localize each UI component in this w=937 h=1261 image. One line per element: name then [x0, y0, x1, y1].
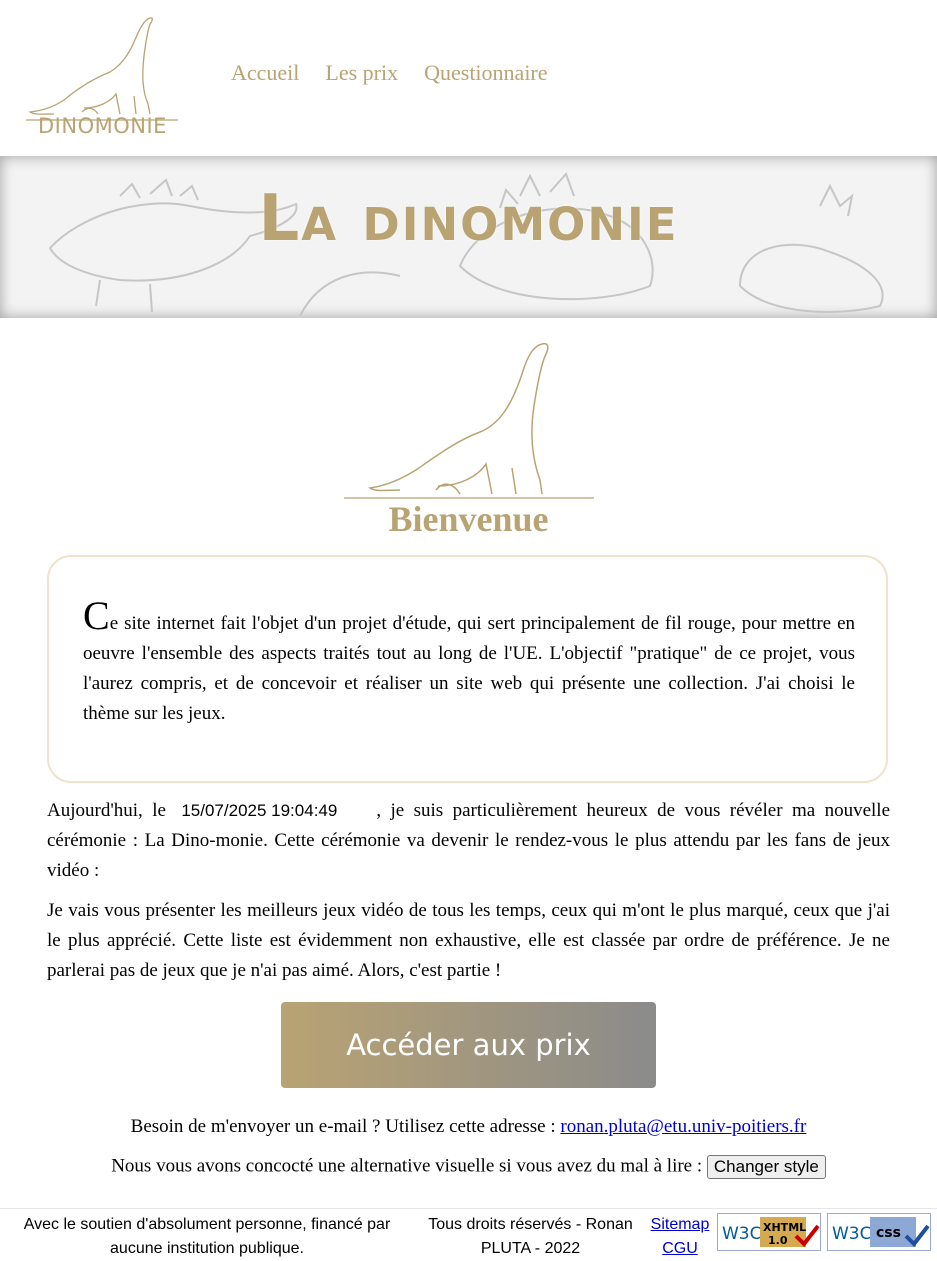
today-prefix: Aujourd'hui, le: [47, 800, 166, 821]
logo-text: DINOMONIE: [38, 114, 167, 138]
xhtml-badge-brand: W3C: [722, 1224, 762, 1244]
xhtml-badge-version: 1.0: [768, 1234, 788, 1247]
footer-links: Sitemap CGU: [646, 1213, 714, 1261]
footer-rights: Tous droits réservés - Ronan PLUTA - 202…: [428, 1216, 633, 1257]
email-link[interactable]: ronan.pluta@etu.univ-poitiers.fr: [560, 1116, 806, 1137]
w3c-css-badge-art: W3C css: [828, 1214, 930, 1250]
hero-banner: La dinomonie: [0, 156, 937, 318]
today-suffix: , je suis particulièrement heureux de vo…: [47, 800, 890, 881]
nav-item-accueil[interactable]: Accueil: [231, 60, 299, 86]
style-switch-text: Nous vous avons concocté une alternative…: [111, 1155, 703, 1177]
access-prizes-button[interactable]: Accéder aux prix: [281, 1002, 656, 1088]
footer-support: Avec le soutien d'absolument personne, f…: [23, 1216, 391, 1257]
current-date: 15/07/2025 19:04:49: [181, 801, 338, 820]
contact-text: Besoin de m'envoyer un e-mail ? Utilisez…: [130, 1116, 556, 1137]
cgu-link[interactable]: CGU: [646, 1237, 714, 1261]
main-nav: Accueil Les prix Questionnaire: [231, 60, 570, 86]
w3c-xhtml-badge-art: W3C XHTML 1.0: [718, 1214, 820, 1250]
xhtml-badge-label: XHTML: [763, 1221, 806, 1234]
banner-title: La dinomonie: [258, 182, 679, 256]
w3c-xhtml-badge-icon[interactable]: W3C XHTML 1.0: [717, 1213, 821, 1251]
site-header: DINOMONIE Accueil Les prix Questionnaire: [0, 0, 937, 156]
presentation-paragraph: Je vais vous présenter les meilleurs jeu…: [47, 900, 890, 981]
welcome-heading: Bienvenue: [388, 499, 549, 539]
style-switch-line: Nous vous avons concocté une alternative…: [0, 1155, 937, 1179]
contact-line: Besoin de m'envoyer un e-mail ? Utilisez…: [0, 1116, 937, 1138]
site-footer: Avec le soutien d'absolument personne, f…: [0, 1208, 937, 1261]
intro-box: Ce site internet fait l'objet d'un proje…: [47, 555, 888, 783]
sitemap-link[interactable]: Sitemap: [646, 1213, 714, 1237]
w3c-css-badge-icon[interactable]: W3C css: [827, 1213, 931, 1251]
css-badge-brand: W3C: [832, 1224, 872, 1244]
change-style-button[interactable]: Changer style: [706, 1155, 826, 1179]
nav-item-les-prix[interactable]: Les prix: [325, 60, 398, 86]
intro-dropcap: C: [83, 593, 110, 638]
today-paragraph: Aujourd'hui, le 15/07/2025 19:04:49, je …: [47, 796, 890, 886]
css-badge-label: css: [876, 1225, 901, 1241]
dino-illustration-icon: [344, 342, 594, 499]
intro-body: e site internet fait l'objet d'un projet…: [83, 613, 855, 724]
nav-item-questionnaire[interactable]: Questionnaire: [424, 60, 547, 86]
intro-text: Ce site internet fait l'objet d'un proje…: [83, 596, 855, 729]
